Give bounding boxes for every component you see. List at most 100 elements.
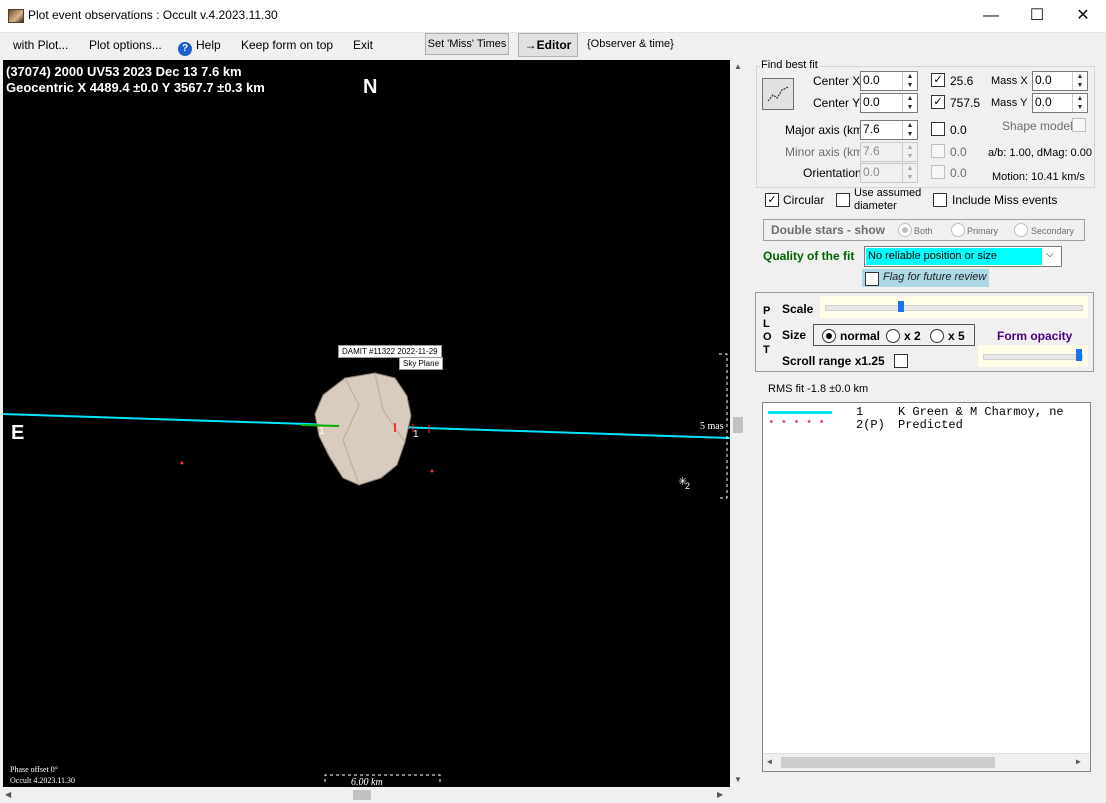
legend-line-predicted: ••••• xyxy=(768,417,832,429)
minor-axis-label: Minor axis (km) xyxy=(785,145,868,159)
orientation-checkbox[interactable] xyxy=(931,165,945,179)
close-button[interactable]: ✕ xyxy=(1060,0,1106,32)
spinner-icon[interactable]: ▲ ▼ xyxy=(902,94,917,112)
center-x-checkbox[interactable]: ✓ xyxy=(931,73,945,87)
menu-exit[interactable]: Exit xyxy=(353,38,373,52)
scroll-left-icon[interactable]: ◀ xyxy=(5,790,11,799)
use-assumed-checkbox[interactable] xyxy=(836,193,850,207)
menu-help[interactable]: ? Help xyxy=(178,38,221,56)
major-axis-check-value: 0.0 xyxy=(950,123,967,137)
editor-button[interactable]: →Editor xyxy=(518,33,578,57)
legend-hscroll-thumb[interactable] xyxy=(781,757,995,768)
size-normal-radio[interactable] xyxy=(822,329,836,343)
orientation-input[interactable]: 0.0 ▲ ▼ xyxy=(860,163,918,183)
spinner-icon[interactable]: ▲ ▼ xyxy=(902,143,917,161)
secondary-label: Secondary xyxy=(1031,226,1075,236)
size-x2-label: x 2 xyxy=(904,329,921,343)
plot-letter-p: P xyxy=(763,305,771,317)
mass-x-input[interactable]: 0.0 ▲ ▼ xyxy=(1032,71,1088,91)
scroll-range-label: Scroll range x1.25 xyxy=(782,354,885,368)
secondary-radio[interactable] xyxy=(1014,223,1028,237)
fit-chart-icon xyxy=(767,86,789,102)
motion-label: Motion: 10.41 km/s xyxy=(992,171,1085,183)
predicted-point xyxy=(180,461,184,465)
legend-hscroll[interactable]: ◀ ▶ xyxy=(763,753,1090,771)
app-icon xyxy=(8,9,24,23)
opacity-slider-track xyxy=(983,354,1083,360)
scroll-thumb[interactable] xyxy=(733,417,743,433)
form-opacity-label: Form opacity xyxy=(997,329,1073,343)
use-assumed-label: Use assumed xyxy=(854,187,922,199)
occult-version-label: Occult 4.2023.11.30 xyxy=(10,776,76,785)
scroll-left-icon[interactable]: ◀ xyxy=(767,757,772,767)
opacity-slider[interactable] xyxy=(978,345,1088,367)
chord-number-label: 1 xyxy=(413,429,419,440)
circular-checkbox[interactable]: ✓ xyxy=(765,193,779,207)
both-radio[interactable] xyxy=(898,223,912,237)
shape-model-checkbox[interactable] xyxy=(1072,118,1086,132)
both-label: Both xyxy=(914,226,933,236)
minimize-button[interactable]: — xyxy=(968,0,1014,32)
legend-line-observed xyxy=(768,411,832,414)
maximize-button[interactable]: ☐ xyxy=(1014,0,1060,32)
spinner-icon[interactable]: ▲ ▼ xyxy=(1072,94,1087,112)
minor-axis-input[interactable]: 7.6 ▲ ▼ xyxy=(860,142,918,162)
scale-slider-track xyxy=(825,305,1083,311)
center-x-check-value: 25.6 xyxy=(950,74,974,88)
plot-graphics: ✳ xyxy=(3,353,730,782)
best-fit-button[interactable] xyxy=(762,78,794,110)
hscroll-thumb[interactable] xyxy=(353,790,371,800)
spinner-icon[interactable]: ▲ ▼ xyxy=(902,164,917,182)
menu-plot-options[interactable]: Plot options... xyxy=(89,38,162,52)
center-x-label: Center X xyxy=(813,74,861,88)
spinner-icon[interactable]: ▲ ▼ xyxy=(902,72,917,90)
quality-select[interactable]: No reliable position or size ⌵ xyxy=(864,246,1062,267)
scroll-up-icon[interactable]: ▲ xyxy=(734,62,742,71)
primary-label: Primary xyxy=(967,226,998,236)
quality-selected-value: No reliable position or size xyxy=(866,248,1042,265)
spinner-icon[interactable]: ▲ ▼ xyxy=(1072,72,1087,90)
center-x-input[interactable]: 0.0 ▲ ▼ xyxy=(860,71,918,91)
sky-plane-label: Sky Plane xyxy=(399,357,444,370)
center-y-check-value: 757.5 xyxy=(950,96,981,110)
menu-with-plot[interactable]: with Plot... xyxy=(13,38,68,52)
size-x2-radio[interactable] xyxy=(886,329,900,343)
km-scale-label: 6.00 km xyxy=(351,777,383,787)
plot-canvas[interactable]: (37074) 2000 UV53 2023 Dec 13 7.6 km Geo… xyxy=(3,60,730,787)
scroll-range-checkbox[interactable] xyxy=(894,354,908,368)
orientation-check-value: 0.0 xyxy=(950,166,967,180)
plot-horizontal-scrollbar[interactable]: ◀ ▶ xyxy=(3,788,730,802)
chord-number-label: 1 xyxy=(319,426,325,437)
major-axis-input[interactable]: 7.6 ▲ ▼ xyxy=(860,120,918,140)
mass-x-label: Mass X xyxy=(991,75,1028,87)
predicted-point xyxy=(430,469,434,473)
size-x5-label: x 5 xyxy=(948,329,965,343)
center-y-input[interactable]: 0.0 ▲ ▼ xyxy=(860,93,918,113)
spinner-icon[interactable]: ▲ ▼ xyxy=(902,121,917,139)
flag-review-checkbox[interactable] xyxy=(865,272,879,286)
circular-label: Circular xyxy=(783,193,825,207)
observer-legend[interactable]: 1 K Green & M Charmoy, ne ••••• 2(P) Pre… xyxy=(762,402,1091,772)
scroll-right-icon[interactable]: ▶ xyxy=(1076,757,1081,767)
center-y-checkbox[interactable]: ✓ xyxy=(931,95,945,109)
orientation-label: Orientation xyxy=(803,166,862,180)
chevron-down-icon[interactable]: ⌵ xyxy=(1046,249,1054,260)
major-axis-checkbox[interactable] xyxy=(931,122,945,136)
scale-slider-thumb[interactable] xyxy=(898,301,904,312)
scale-slider[interactable] xyxy=(820,296,1088,318)
observer-time-label[interactable]: {Observer & time} xyxy=(587,38,674,50)
minor-axis-checkbox[interactable] xyxy=(931,144,945,158)
set-miss-times-button[interactable]: Set 'Miss' Times xyxy=(425,33,509,55)
include-miss-checkbox[interactable] xyxy=(933,193,947,207)
mass-y-input[interactable]: 0.0 ▲ ▼ xyxy=(1032,93,1088,113)
plot-letter-l: L xyxy=(763,318,770,330)
plot-letter-o: O xyxy=(763,331,772,343)
scroll-down-icon[interactable]: ▼ xyxy=(734,775,742,784)
menu-keep-on-top[interactable]: Keep form on top xyxy=(241,38,333,52)
scroll-right-icon[interactable]: ▶ xyxy=(717,790,723,799)
primary-radio[interactable] xyxy=(951,223,965,237)
opacity-slider-thumb[interactable] xyxy=(1076,349,1082,361)
size-x5-radio[interactable] xyxy=(930,329,944,343)
rms-fit-label: RMS fit -1.8 ±0.0 km xyxy=(768,383,869,395)
plot-vertical-scrollbar[interactable]: ▲ ▼ xyxy=(732,60,746,787)
